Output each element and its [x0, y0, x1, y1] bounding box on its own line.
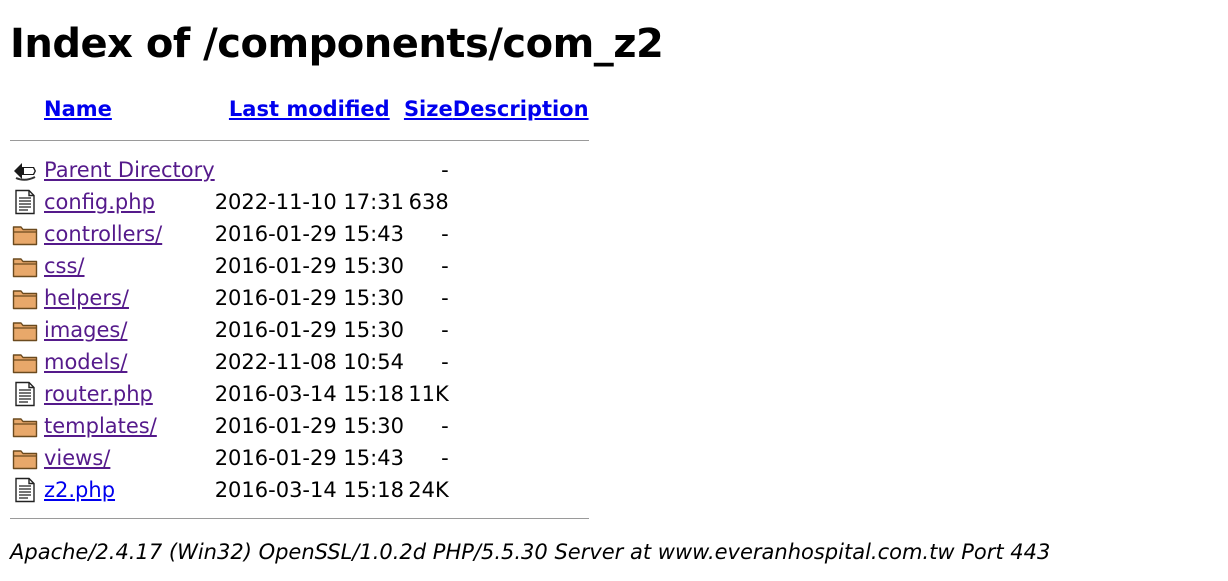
sort-by-last-modified-link[interactable]: Last modified [229, 97, 390, 121]
entry-link[interactable]: router.php [44, 382, 153, 406]
entry-size: 11K [408, 382, 449, 406]
entry-last-modified: 2016-01-29 15:30 [214, 318, 404, 342]
folder-icon [12, 221, 38, 247]
list-item: z2.php 2016-03-14 15:18 24K [10, 474, 589, 506]
entry-size: - [441, 350, 449, 374]
server-signature: Apache/2.4.17 (Win32) OpenSSL/1.0.2d PHP… [10, 540, 1051, 564]
header-row: Name Last modified Size Description [10, 92, 589, 126]
list-item: Parent Directory - [10, 154, 589, 186]
separator-row [10, 126, 589, 154]
entry-size: - [441, 254, 449, 278]
entry-last-modified: 2016-01-29 15:30 [214, 414, 404, 438]
entry-link[interactable]: helpers/ [44, 286, 129, 310]
sort-by-name-link[interactable]: Name [44, 97, 112, 121]
entry-size: - [441, 286, 449, 310]
page: Index of /components/com_z2 Name Last mo… [0, 0, 1228, 564]
file-icon [12, 477, 38, 503]
file-icon [12, 381, 38, 407]
back-icon [12, 157, 38, 183]
entry-link[interactable]: views/ [44, 446, 110, 470]
entry-size: - [441, 158, 449, 182]
page-title: Index of /components/com_z2 [10, 21, 664, 67]
entry-link[interactable]: models/ [44, 350, 127, 374]
folder-icon [12, 253, 38, 279]
separator-row [10, 506, 589, 530]
entry-link[interactable]: images/ [44, 318, 127, 342]
entry-last-modified: 2016-01-29 15:43 [214, 222, 404, 246]
list-item: config.php 2022-11-10 17:31 638 [10, 186, 589, 218]
entry-last-modified: 2016-03-14 15:18 [214, 478, 404, 502]
entry-description [453, 378, 589, 410]
folder-icon [12, 349, 38, 375]
list-item: helpers/2016-01-29 15:30 - [10, 282, 589, 314]
entry-last-modified: 2016-01-29 15:30 [214, 254, 404, 278]
entry-link[interactable]: config.php [44, 190, 155, 214]
folder-icon [12, 317, 38, 343]
separator [10, 139, 589, 141]
header-name: Name [44, 92, 215, 126]
entry-link[interactable]: templates/ [44, 414, 157, 438]
sort-by-description-link[interactable]: Description [453, 97, 589, 121]
entry-description [453, 186, 589, 218]
entry-size: - [441, 446, 449, 470]
entry-last-modified [215, 154, 404, 186]
list-item: controllers/2016-01-29 15:43 - [10, 218, 589, 250]
entry-size: - [441, 222, 449, 246]
entry-size: 638 [408, 190, 449, 214]
entry-description [453, 218, 589, 250]
file-icon [12, 189, 38, 215]
entry-last-modified: 2016-03-14 15:18 [214, 382, 404, 406]
entry-link[interactable]: Parent Directory [44, 158, 215, 182]
entry-last-modified: 2022-11-10 17:31 [214, 190, 404, 214]
entry-size: - [441, 318, 449, 342]
header-size: Size [404, 92, 453, 126]
entry-size: 24K [408, 478, 449, 502]
entry-last-modified: 2016-01-29 15:30 [214, 286, 404, 310]
list-item: images/2016-01-29 15:30 - [10, 314, 589, 346]
entry-description [453, 474, 589, 506]
listing-body: Parent Directory - config.php 2022-11-10 17… [10, 154, 589, 506]
folder-icon [12, 445, 38, 471]
entry-description [453, 346, 589, 378]
list-item: models/2022-11-08 10:54 - [10, 346, 589, 378]
entry-link[interactable]: z2.php [44, 478, 115, 502]
entry-last-modified: 2022-11-08 10:54 [214, 350, 404, 374]
entry-description [453, 410, 589, 442]
entry-description [453, 154, 589, 186]
folder-icon [12, 413, 38, 439]
list-item: templates/2016-01-29 15:30 - [10, 410, 589, 442]
list-item: views/2016-01-29 15:43 - [10, 442, 589, 474]
separator [10, 517, 589, 519]
header-description: Description [453, 92, 589, 126]
entry-description [453, 314, 589, 346]
header-icon-cell [10, 92, 44, 126]
sort-by-size-link[interactable]: Size [404, 97, 453, 121]
entry-description [453, 442, 589, 474]
entry-link[interactable]: controllers/ [44, 222, 162, 246]
folder-icon [12, 285, 38, 311]
entry-description [453, 282, 589, 314]
list-item: router.php 2016-03-14 15:18 11K [10, 378, 589, 410]
entry-size: - [441, 414, 449, 438]
entry-link[interactable]: css/ [44, 254, 85, 278]
header-last-modified: Last modified [215, 92, 404, 126]
entry-description [453, 250, 589, 282]
entry-last-modified: 2016-01-29 15:43 [214, 446, 404, 470]
list-item: css/2016-01-29 15:30 - [10, 250, 589, 282]
directory-listing: Name Last modified Size Description Pare… [10, 92, 589, 530]
